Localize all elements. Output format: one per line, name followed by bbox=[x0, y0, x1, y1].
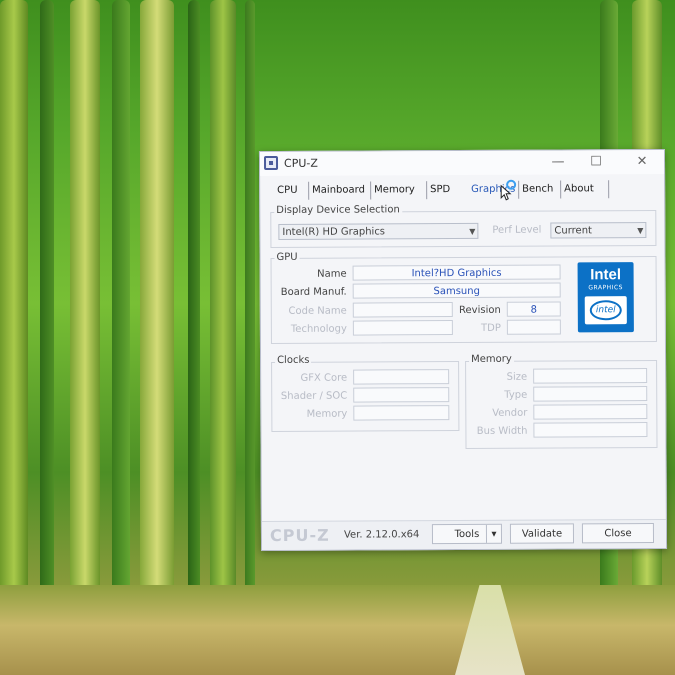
shader-soc-value bbox=[353, 387, 450, 403]
tab-cpu[interactable]: CPU bbox=[274, 182, 300, 200]
minimize-button[interactable]: — bbox=[546, 153, 570, 171]
tab-memory[interactable]: Memory bbox=[370, 181, 418, 200]
version-label: Ver. 2.12.0.x64 bbox=[343, 529, 420, 541]
bus-width-value bbox=[533, 422, 648, 438]
chevron-down-icon: ▼ bbox=[637, 226, 644, 236]
cpu-z-logo: CPU-Z bbox=[269, 525, 330, 546]
display-device-select[interactable]: Intel(R) HD Graphics ▼ bbox=[278, 222, 479, 240]
tab-separator bbox=[608, 180, 611, 199]
gpu-name-value: Intel?HD Graphics bbox=[352, 264, 561, 281]
code-name-value bbox=[352, 302, 453, 318]
tab-bar: CPU Mainboard Memory SPD Graphics Bench … bbox=[270, 180, 654, 200]
technology-value bbox=[352, 320, 453, 336]
tab-bench[interactable]: Bench bbox=[518, 180, 557, 199]
clock-memory-value bbox=[353, 405, 450, 421]
footer-bar: CPU-Z Ver. 2.12.0.x64 Tools ▾ Validate C… bbox=[261, 518, 667, 551]
revision-value: 8 bbox=[506, 301, 561, 317]
intel-badge: intel bbox=[584, 296, 627, 325]
validate-button[interactable]: Validate bbox=[509, 523, 575, 544]
window-title: CPU-Z bbox=[283, 156, 318, 170]
intel-logo-sub: GRAPHICS bbox=[588, 284, 623, 292]
cpu-z-app-icon bbox=[263, 155, 279, 171]
tab-spd[interactable]: SPD bbox=[426, 181, 454, 200]
memory-type-label: Type bbox=[504, 389, 528, 401]
board-manuf-label: Board Manuf. bbox=[280, 286, 347, 298]
title-bar[interactable]: CPU-Z — ☐ ✕ bbox=[259, 149, 665, 177]
chevron-down-icon: ▼ bbox=[469, 226, 476, 236]
shader-soc-label: Shader / SOC bbox=[280, 390, 348, 402]
intel-graphics-logo: Intel GRAPHICS intel bbox=[577, 262, 634, 333]
close-window-button[interactable]: ✕ bbox=[630, 153, 654, 171]
close-button[interactable]: Close bbox=[581, 523, 655, 544]
tdp-value bbox=[506, 319, 561, 335]
gfx-core-label: GFX Core bbox=[300, 372, 348, 384]
maximize-button[interactable]: ☐ bbox=[584, 153, 608, 171]
tab-mainboard[interactable]: Mainboard bbox=[308, 181, 368, 200]
tdp-label: TDP bbox=[481, 322, 501, 334]
technology-label: Technology bbox=[290, 323, 347, 335]
tools-button[interactable]: Tools ▾ bbox=[431, 523, 503, 545]
memory-vendor-label: Vendor bbox=[492, 407, 528, 419]
memory-size-value bbox=[533, 368, 648, 384]
intel-badge-text: intel bbox=[589, 300, 622, 321]
clocks-group-label: Clocks bbox=[275, 354, 312, 366]
memory-vendor-value bbox=[533, 404, 648, 420]
gpu-name-label: Name bbox=[317, 268, 347, 280]
gfx-core-value bbox=[353, 369, 450, 385]
bus-width-label: Bus Width bbox=[476, 425, 528, 437]
perf-level-value: Current bbox=[554, 225, 592, 237]
cpu-z-window: CPU-Z — ☐ ✕ CPU Mainboard Memory SPD Gra… bbox=[258, 148, 668, 552]
tab-about[interactable]: About bbox=[560, 180, 597, 199]
perf-level-label: Perf Level bbox=[492, 224, 542, 236]
board-manuf-value: Samsung bbox=[352, 282, 561, 299]
tools-label: Tools bbox=[454, 528, 480, 541]
perf-level-select[interactable]: Current ▼ bbox=[550, 222, 647, 239]
memory-group-label: Memory bbox=[469, 353, 514, 365]
busy-cursor-icon bbox=[500, 179, 517, 201]
display-device-label: Display Device Selection bbox=[274, 204, 402, 216]
clock-memory-label: Memory bbox=[306, 408, 348, 420]
gpu-group-label: GPU bbox=[274, 251, 300, 263]
memory-type-value bbox=[533, 386, 648, 402]
intel-logo-brand: Intel bbox=[590, 266, 622, 284]
memory-size-label: Size bbox=[506, 371, 528, 383]
code-name-label: Code Name bbox=[288, 305, 347, 317]
revision-label: Revision bbox=[458, 304, 501, 317]
tools-dropdown-icon[interactable]: ▾ bbox=[485, 524, 502, 543]
display-device-value: Intel(R) HD Graphics bbox=[282, 226, 386, 238]
